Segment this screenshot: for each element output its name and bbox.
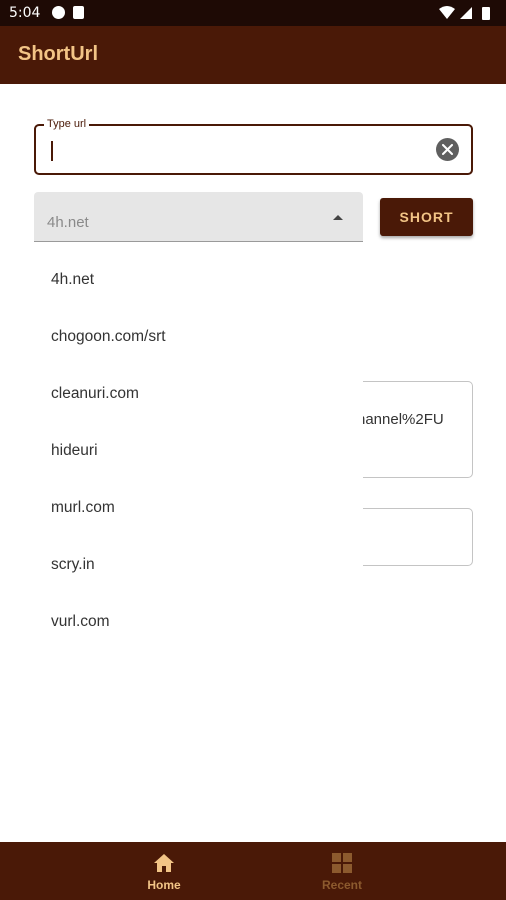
signal-icon: [460, 7, 472, 19]
short-button[interactable]: SHORT: [380, 198, 473, 236]
service-select[interactable]: 4h.net: [34, 192, 363, 242]
service-dropdown-menu: 4h.net chogoon.com/srt cleanuri.com hide…: [34, 250, 363, 650]
dropdown-item-scry[interactable]: scry.in: [51, 556, 95, 574]
dropdown-item-vurl[interactable]: vurl.com: [51, 613, 110, 631]
nav-home-label: Home: [147, 878, 181, 892]
dropdown-item-hideuri[interactable]: hideuri: [51, 442, 98, 460]
nav-recent-label: Recent: [321, 878, 362, 892]
dropdown-item-murl[interactable]: murl.com: [51, 499, 115, 517]
url-input-label: Type url: [44, 118, 90, 130]
status-icons: [438, 5, 498, 21]
home-icon: [154, 854, 174, 872]
url-input[interactable]: [34, 124, 473, 175]
nav-recent[interactable]: Recent: [282, 842, 402, 900]
dropdown-item-chogoon[interactable]: chogoon.com/srt: [51, 328, 166, 346]
dropdown-item-4h-net[interactable]: 4h.net: [51, 271, 94, 289]
sd-card-icon: [73, 6, 84, 19]
service-select-value: 4h.net: [47, 214, 89, 231]
status-time: 5:04: [9, 5, 41, 21]
app-bar: ShortUrl: [0, 26, 506, 84]
grid-icon: [332, 853, 352, 873]
app-title: ShortUrl: [18, 43, 98, 65]
battery-icon: [482, 7, 490, 20]
clear-icon[interactable]: [436, 138, 459, 161]
dropdown-item-cleanuri[interactable]: cleanuri.com: [51, 385, 139, 403]
wifi-icon: [439, 6, 455, 19]
text-caret: [51, 141, 53, 161]
arrow-up-icon: [333, 215, 343, 220]
short-url-output-text: hannel%2FU: [357, 411, 444, 428]
nav-home[interactable]: Home: [104, 842, 224, 900]
status-bar: 5:04: [0, 0, 506, 26]
notification-icon: [52, 6, 65, 19]
bottom-navigation: Home Recent: [0, 842, 506, 900]
